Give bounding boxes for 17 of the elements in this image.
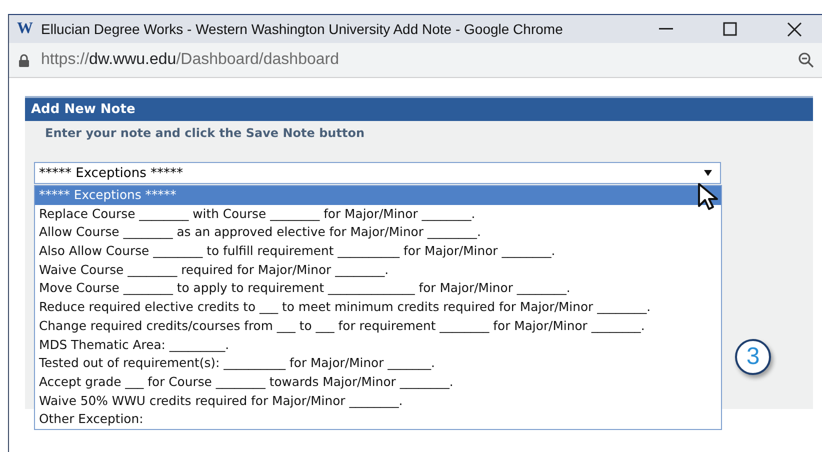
- dropdown-option[interactable]: Replace Course ________ with Course ________ for Major/Minor ________.: [35, 204, 721, 224]
- url-scheme: https://: [41, 51, 90, 69]
- minimize-icon: [659, 28, 673, 30]
- window-title: Ellucian Degree Works - Western Washington University Add Note - Google Chrome: [41, 21, 564, 37]
- close-icon: [786, 22, 802, 36]
- url-host: dw.wwu.edu: [89, 51, 176, 69]
- dropdown-option[interactable]: ***** Exceptions *****: [35, 186, 721, 205]
- url-path: /Dashboard/dashboard: [176, 51, 339, 69]
- instruction-text: Enter your note and click the Save Note button: [44, 125, 366, 142]
- lock-icon: [19, 54, 29, 66]
- caret-icon: [702, 169, 714, 177]
- note-dropdown[interactable]: ***** Exceptions *****: [34, 162, 721, 184]
- step-callout: 3: [735, 339, 771, 375]
- zoom-icon[interactable]: [798, 52, 814, 68]
- panel-heading: Add New Note: [25, 96, 813, 121]
- maximize-icon: [723, 22, 737, 36]
- app-logo: W: [17, 20, 33, 38]
